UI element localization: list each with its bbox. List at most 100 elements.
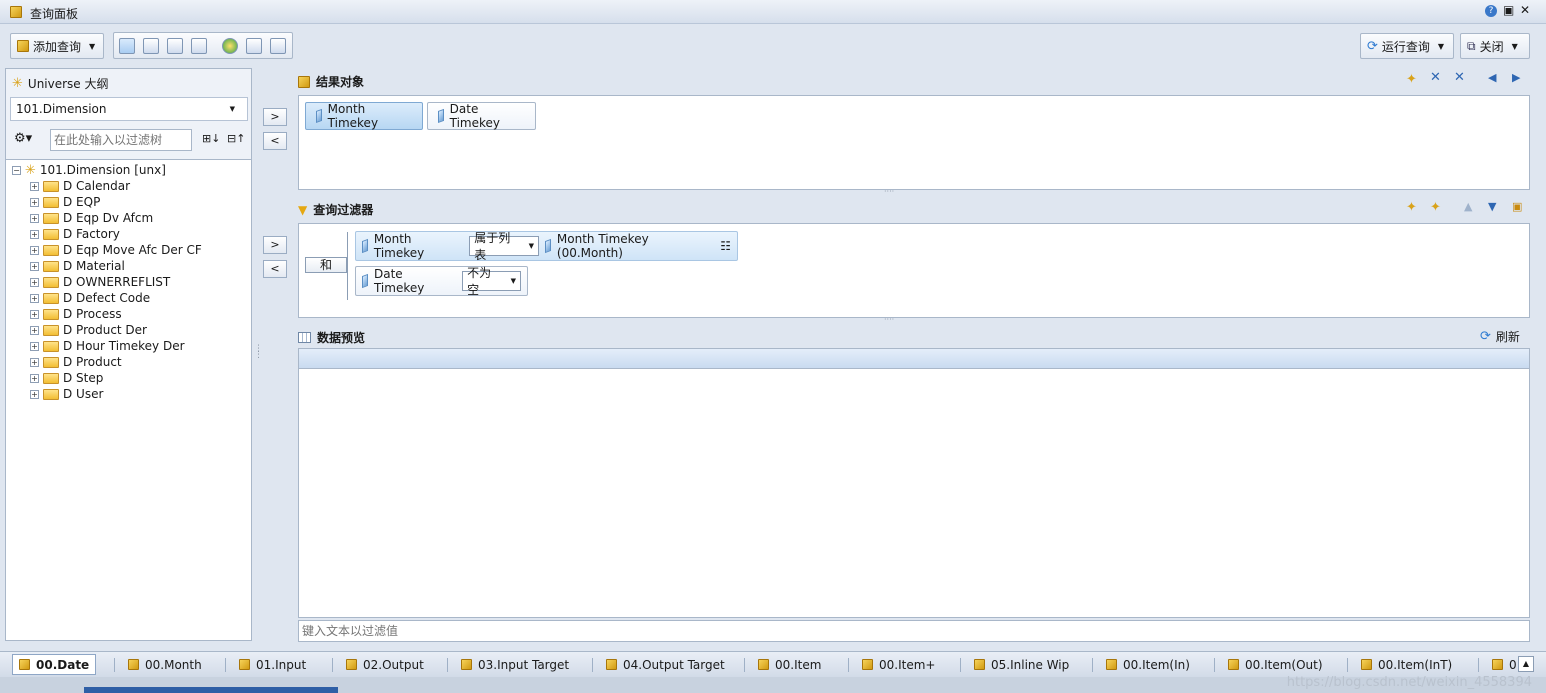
tree-item[interactable]: + D EQP — [30, 194, 100, 210]
result-object-label: Date Timekey — [449, 102, 501, 130]
tab-0[interactable]: 00.Date — [12, 654, 97, 675]
query-tab-icon — [239, 659, 250, 670]
clear-filters-icon[interactable]: ✦ — [1430, 200, 1441, 215]
collapse-all-icon[interactable]: ⊟↑ — [227, 132, 245, 145]
run-query-button[interactable]: ⟳ 运行查询 ▼ — [1360, 33, 1454, 59]
universe-icon[interactable] — [222, 38, 238, 54]
expand-icon[interactable]: + — [30, 309, 39, 319]
query-filters-area[interactable]: 和 Month Timekey 属于列表 ▼ Month Timekey (00.… — [298, 223, 1530, 318]
remove-filter-button[interactable]: < — [263, 260, 287, 278]
tab-11[interactable]: 00.Item(InT) — [1355, 654, 1458, 675]
filter-condition-1[interactable]: Month Timekey 属于列表 ▼ Month Timekey (00.Mo… — [355, 231, 738, 262]
expand-icon[interactable]: + — [30, 181, 39, 191]
expand-icon[interactable]: + — [30, 325, 39, 335]
remove-icon[interactable]: ✕ — [1430, 70, 1441, 85]
move-right-icon[interactable]: ▶ — [1512, 71, 1520, 84]
add-result-button[interactable]: > — [263, 108, 287, 126]
layout-view-icon[interactable] — [119, 38, 135, 54]
predefined-filter-icon[interactable]: ✦ — [1406, 200, 1417, 215]
properties-icon[interactable] — [246, 38, 262, 54]
list-options-icon[interactable]: ☷ — [720, 239, 731, 253]
preview-view-icon[interactable] — [191, 38, 207, 54]
tree-item[interactable]: + D Material — [30, 258, 125, 274]
splitter-handle[interactable]: ⋮ ⋮ — [254, 345, 263, 360]
sql-icon[interactable] — [270, 38, 286, 54]
tree-item[interactable]: + D Calendar — [30, 178, 130, 194]
filter-operator-value: 不为空 — [467, 266, 492, 297]
tree-item[interactable]: + D Eqp Dv Afcm — [30, 210, 153, 226]
tab-1[interactable]: 00.Month — [122, 654, 208, 675]
move-left-icon[interactable]: ◀ — [1488, 71, 1496, 84]
tab-4[interactable]: 03.Input Target — [455, 654, 575, 675]
tab-8[interactable]: 05.Inline Wip — [968, 654, 1075, 675]
expand-icon[interactable]: + — [30, 389, 39, 399]
tab-2[interactable]: 01.Input — [233, 654, 312, 675]
tab-9[interactable]: 00.Item(In) — [1100, 654, 1196, 675]
tree-item[interactable]: + D Eqp Move Afc Der CF — [30, 242, 202, 258]
help-icon[interactable]: ? — [1485, 5, 1497, 17]
data-preview-grid[interactable] — [298, 348, 1530, 618]
tab-6[interactable]: 00.Item — [752, 654, 827, 675]
tree-item[interactable]: + D Factory — [30, 226, 120, 242]
tree-root[interactable]: − ✳ 101.Dimension [unx] — [12, 162, 166, 178]
universe-select[interactable]: 101.Dimension ▼ — [10, 97, 248, 121]
filter-options-icon[interactable]: ▣ — [1512, 200, 1522, 213]
add-filter-button[interactable]: > — [263, 236, 287, 254]
tab-separator — [1478, 658, 1479, 672]
tree-item[interactable]: + D Step — [30, 370, 103, 386]
filter-funnel-icon: ▼ — [298, 202, 308, 217]
remove-all-icon[interactable]: ✕ — [1454, 70, 1465, 85]
tree-filter-input[interactable] — [50, 129, 192, 151]
tab-label: 03.Input Target — [478, 657, 570, 672]
expand-icon[interactable]: + — [30, 229, 39, 239]
splitter-handle[interactable]: ···· — [884, 187, 894, 196]
maximize-icon[interactable]: ▣ — [1503, 3, 1514, 17]
grid-view-icon[interactable] — [167, 38, 183, 54]
move-down-icon[interactable]: ▼ — [1488, 200, 1496, 213]
and-operator-button[interactable]: 和 — [305, 257, 347, 273]
tab-12[interactable]: 0 — [1486, 654, 1523, 675]
filter-tools-icon[interactable]: ⚙▾ — [14, 131, 32, 146]
expand-all-icon[interactable]: ⊞↓ — [202, 132, 220, 145]
tree-item[interactable]: + D Product — [30, 354, 122, 370]
add-query-button[interactable]: 添加查询 ▼ — [10, 33, 104, 59]
result-objects-area[interactable]: Month Timekey Date Timekey — [298, 95, 1530, 190]
tab-5[interactable]: 04.Output Target — [600, 654, 731, 675]
expand-icon[interactable]: + — [30, 293, 39, 303]
tree-item[interactable]: + D User — [30, 386, 103, 402]
filter-operator-select[interactable]: 不为空 ▼ — [462, 266, 521, 297]
add-filter-icon[interactable]: ✦ — [1406, 72, 1417, 87]
expand-icon[interactable]: + — [30, 341, 39, 351]
window-titlebar: 查询面板 ? ▣ ✕ — [0, 0, 1546, 24]
tab-7[interactable]: 00.Item+ — [856, 654, 941, 675]
expand-icon[interactable]: + — [30, 197, 39, 207]
expand-icon[interactable]: + — [30, 357, 39, 367]
tab-3[interactable]: 02.Output — [340, 654, 430, 675]
refresh-button[interactable]: ⟳ 刷新 — [1480, 328, 1520, 345]
expand-icon[interactable]: + — [30, 245, 39, 255]
expand-icon[interactable]: + — [30, 213, 39, 223]
tree-item[interactable]: + D Defect Code — [30, 290, 150, 306]
result-object-month-timekey[interactable]: Month Timekey — [305, 102, 423, 130]
chevron-down-icon: ▼ — [89, 41, 96, 51]
filter-view-icon[interactable] — [143, 38, 159, 54]
filter-operator-select[interactable]: 属于列表 ▼ — [469, 231, 539, 262]
tree-item[interactable]: + D OWNERREFLIST — [30, 274, 170, 290]
value-filter-input[interactable] — [298, 620, 1530, 642]
collapse-icon[interactable]: − — [12, 165, 21, 175]
expand-icon[interactable]: + — [30, 277, 39, 287]
move-up-icon[interactable]: ▲ — [1464, 200, 1472, 213]
expand-icon[interactable]: + — [30, 373, 39, 383]
close-button[interactable]: ⧉ 关闭 ▼ — [1460, 33, 1530, 59]
expand-icon[interactable]: + — [30, 261, 39, 271]
tab-label: 00.Month — [145, 657, 202, 672]
tree-item[interactable]: + D Product Der — [30, 322, 147, 338]
remove-result-button[interactable]: < — [263, 132, 287, 150]
result-object-date-timekey[interactable]: Date Timekey — [427, 102, 536, 130]
tree-item[interactable]: + D Process — [30, 306, 122, 322]
splitter-handle[interactable]: ···· — [884, 315, 894, 324]
close-window-icon[interactable]: ✕ — [1520, 3, 1530, 17]
tab-10[interactable]: 00.Item(Out) — [1222, 654, 1329, 675]
tree-item[interactable]: + D Hour Timekey Der — [30, 338, 185, 354]
filter-condition-2[interactable]: Date Timekey 不为空 ▼ — [355, 266, 528, 297]
